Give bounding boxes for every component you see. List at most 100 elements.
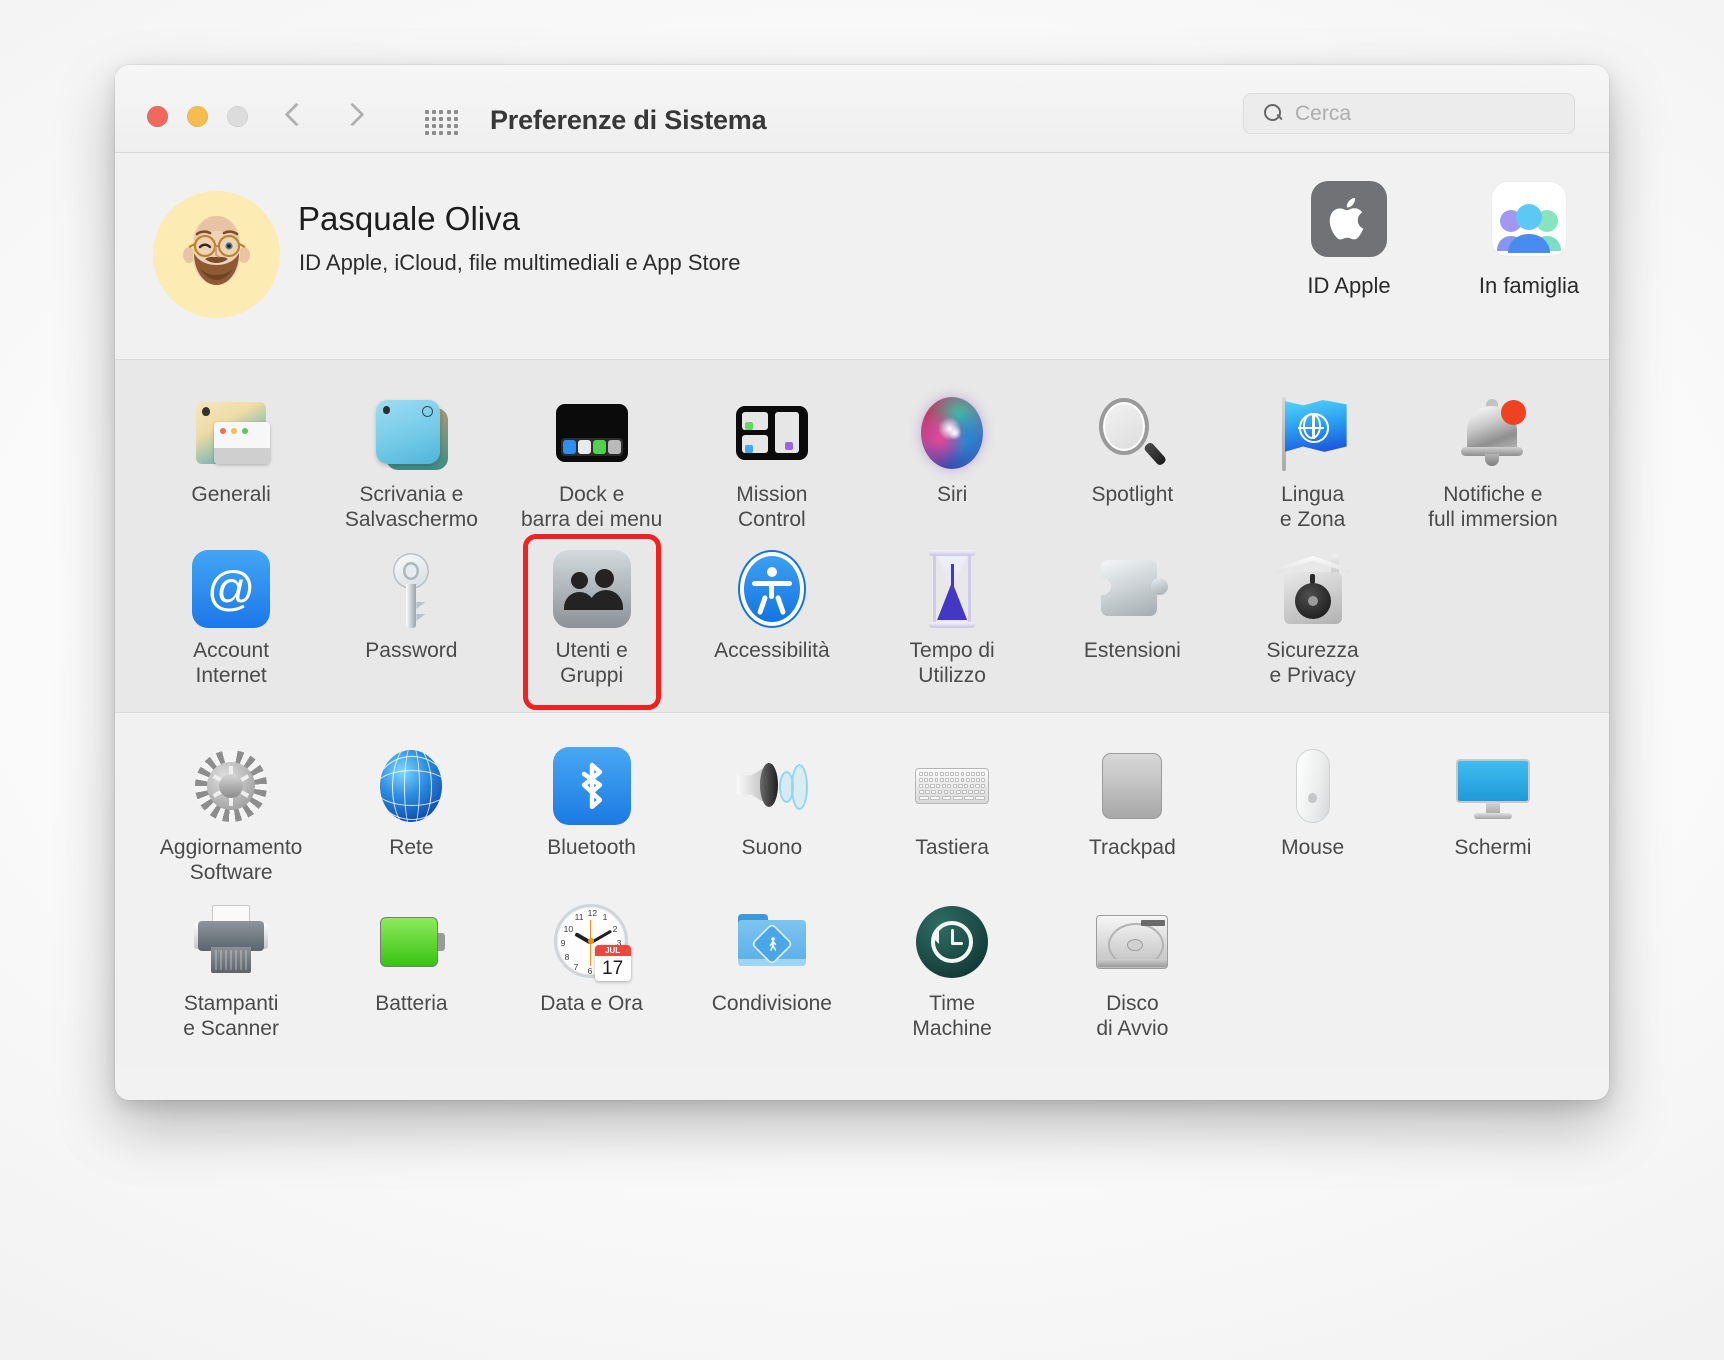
pref-schermi[interactable]: Schermi <box>1403 735 1583 891</box>
back-button[interactable] <box>285 98 305 134</box>
system-preferences-window: Preferenze di Sistema Cerca <box>115 65 1609 1100</box>
memoji-avatar-icon <box>153 191 280 318</box>
pref-label: Time Machine <box>866 991 1038 1041</box>
zoom-button[interactable] <box>227 106 248 127</box>
preferences-row-3: Aggiornamento Software Rete <box>115 735 1609 891</box>
utenti-gruppi-icon <box>553 550 631 628</box>
clock-num-10: 10 <box>564 924 573 934</box>
pref-dock-barra-menu[interactable]: Dock e barra dei menu <box>502 382 682 538</box>
forward-button[interactable] <box>341 98 361 134</box>
account-tiles: ID Apple In famiglia <box>1289 181 1589 299</box>
pref-empty-slot <box>1223 891 1403 1047</box>
clock-num-8: 8 <box>565 952 570 962</box>
pref-estensioni[interactable]: Estensioni <box>1042 538 1222 694</box>
pref-label: Condivisione <box>686 991 858 1016</box>
schermi-icon <box>1454 747 1532 825</box>
clock-num-11: 11 <box>575 912 584 922</box>
pref-label: Trackpad <box>1046 835 1218 860</box>
trackpad-icon <box>1093 747 1171 825</box>
pref-disco-avvio[interactable]: Disco di Avvio <box>1042 891 1222 1047</box>
pref-data-ora[interactable]: 12 1 2 3 4 5 6 7 8 9 10 11 J <box>502 891 682 1047</box>
search-icon <box>1264 104 1283 123</box>
pref-lingua-zona[interactable]: Lingua e Zona <box>1223 382 1403 538</box>
pref-tempo-utilizzo[interactable]: Tempo di Utilizzo <box>862 538 1042 694</box>
pref-label: Utenti e Gruppi <box>506 638 678 688</box>
account-name: Pasquale Oliva <box>298 200 520 238</box>
account-subtitle: ID Apple, iCloud, file multimediali e Ap… <box>299 250 740 276</box>
apple-id-tile[interactable]: ID Apple <box>1289 181 1409 299</box>
pref-rete[interactable]: Rete <box>321 735 501 891</box>
pref-label: Dock e barra dei menu <box>506 482 678 532</box>
preferences-row-1: Generali Scrivania e Salvaschermo Dock e… <box>115 382 1609 538</box>
pref-siri[interactable]: Siri <box>862 382 1042 538</box>
pref-label: Account Internet <box>145 638 317 688</box>
pref-trackpad[interactable]: Trackpad <box>1042 735 1222 891</box>
condivisione-icon <box>733 903 811 981</box>
batteria-icon <box>372 903 450 981</box>
pref-mouse[interactable]: Mouse <box>1223 735 1403 891</box>
data-ora-icon: 12 1 2 3 4 5 6 7 8 9 10 11 J <box>553 903 631 981</box>
clock-num-9: 9 <box>561 938 566 948</box>
pref-aggiornamento-software[interactable]: Aggiornamento Software <box>141 735 321 891</box>
pref-stampanti-scanner[interactable]: Stampanti e Scanner <box>141 891 321 1047</box>
pref-scrivania-salvaschermo[interactable]: Scrivania e Salvaschermo <box>321 382 501 538</box>
window-title: Preferenze di Sistema <box>490 105 766 136</box>
pref-label: Estensioni <box>1046 638 1218 663</box>
pref-label: Rete <box>325 835 497 860</box>
password-key-icon <box>372 550 450 628</box>
pref-condivisione[interactable]: Condivisione <box>682 891 862 1047</box>
preferences-row-2: @ Account Internet Password <box>115 538 1609 694</box>
calendar-month: JUL <box>595 945 631 956</box>
pref-utenti-gruppi[interactable]: Utenti e Gruppi <box>502 538 682 694</box>
search-placeholder: Cerca <box>1295 102 1351 126</box>
siri-icon <box>913 394 991 472</box>
pref-suono[interactable]: Suono <box>682 735 862 891</box>
pref-sicurezza-privacy[interactable]: Sicurezza e Privacy <box>1223 538 1403 694</box>
pref-label: Aggiornamento Software <box>145 835 317 885</box>
pref-mission-control[interactable]: Mission Control <box>682 382 862 538</box>
clock-num-12: 12 <box>588 908 597 918</box>
navigation-buttons <box>285 98 361 134</box>
close-button[interactable] <box>147 106 168 127</box>
pref-label: Schermi <box>1407 835 1579 860</box>
pref-batteria[interactable]: Batteria <box>321 891 501 1047</box>
minimize-button[interactable] <box>187 106 208 127</box>
show-all-grid-icon[interactable] <box>425 110 459 136</box>
aggiornamento-software-icon <box>192 747 270 825</box>
family-tile[interactable]: In famiglia <box>1469 181 1589 299</box>
pref-label: Tempo di Utilizzo <box>866 638 1038 688</box>
pref-spotlight[interactable]: Spotlight <box>1042 382 1222 538</box>
pref-tastiera[interactable]: Tastiera <box>862 735 1042 891</box>
pref-bluetooth[interactable]: Bluetooth <box>502 735 682 891</box>
suono-icon <box>733 747 811 825</box>
pref-account-internet[interactable]: @ Account Internet <box>141 538 321 694</box>
pref-label: Bluetooth <box>506 835 678 860</box>
window-controls <box>147 106 248 127</box>
pref-time-machine[interactable]: Time Machine <box>862 891 1042 1047</box>
pref-label: Lingua e Zona <box>1227 482 1399 532</box>
search-field[interactable]: Cerca <box>1243 93 1575 134</box>
pref-label: Sicurezza e Privacy <box>1227 638 1399 688</box>
pref-label: Siri <box>866 482 1038 507</box>
bluetooth-icon <box>553 747 631 825</box>
preferences-section-hardware: Aggiornamento Software Rete <box>115 713 1609 1067</box>
pref-generali[interactable]: Generali <box>141 382 321 538</box>
pref-label: Accessibilità <box>686 638 858 663</box>
sicurezza-privacy-icon <box>1274 550 1352 628</box>
rete-icon <box>372 747 450 825</box>
pref-empty-slot <box>1403 891 1583 1047</box>
avatar[interactable] <box>153 191 280 318</box>
pref-password[interactable]: Password <box>321 538 501 694</box>
lingua-zona-icon <box>1274 394 1352 472</box>
tempo-utilizzo-icon <box>913 550 991 628</box>
desktop-background: Preferenze di Sistema Cerca <box>0 0 1724 1360</box>
clock-num-1: 1 <box>603 912 608 922</box>
tastiera-icon <box>913 747 991 825</box>
pref-label: Batteria <box>325 991 497 1016</box>
preferences-section-personal: Generali Scrivania e Salvaschermo Dock e… <box>115 360 1609 713</box>
accessibilita-icon <box>733 550 811 628</box>
clock-num-7: 7 <box>574 962 579 972</box>
pref-accessibilita[interactable]: Accessibilità <box>682 538 862 694</box>
pref-label: Tastiera <box>866 835 1038 860</box>
pref-notifiche[interactable]: Notifiche e full immersion <box>1403 382 1583 538</box>
